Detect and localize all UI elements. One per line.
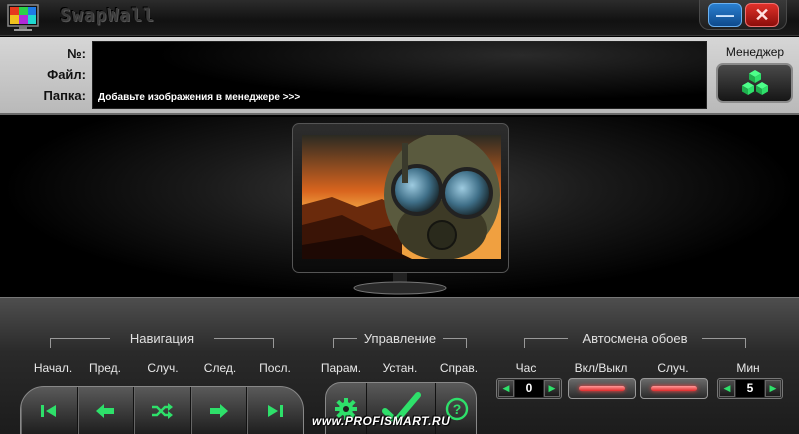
autochange-title: Автосмена обоев [582,331,688,346]
watermark: www.PROFISMART.RU [312,414,451,428]
info-display: Добавьте изображения в менеджере >>> [92,41,707,109]
next-button[interactable] [191,387,248,434]
hour-stepper[interactable]: ◀ 0 ▶ [496,378,562,399]
minutes-value[interactable]: 5 [736,380,764,397]
svg-text:?: ? [453,401,462,417]
monitor-preview [292,123,509,273]
nav-first-label: Начал. [33,361,73,375]
manager-button[interactable] [716,63,793,103]
auto-bracket-left [524,338,568,348]
app-title: SwapWall [60,5,155,26]
app-logo-icon [7,4,39,31]
control-title: Управление [363,331,437,346]
random-button[interactable] [134,387,191,434]
skip-first-icon [40,404,56,417]
window-controls: — ✕ [699,0,787,30]
toggle-indicator [579,386,625,391]
hour-value[interactable]: 0 [515,380,543,397]
folder-value: Добавьте изображения в менеджере >>> [98,92,301,103]
ctrl-bracket-left [333,338,357,348]
info-panel: №: Файл: Папка: Добавьте изображения в м… [0,37,799,115]
random-indicator [651,386,697,391]
arrow-right-icon [209,403,228,418]
random-mode-label: Случ. [657,361,689,375]
prev-button[interactable] [78,387,135,434]
minutes-label: Мин [736,361,760,375]
nav-bracket-right [214,338,274,348]
title-bar[interactable]: SwapWall — ✕ [0,0,799,36]
skip-last-icon [268,404,284,417]
first-button[interactable] [21,387,78,434]
folder-label: Папка: [43,88,87,103]
help-label: Справ. [439,361,479,375]
wallpaper-image [302,135,501,259]
navigation-bar [20,386,304,434]
number-label: №: [67,46,86,61]
random-mode-button[interactable] [640,378,708,399]
nav-random-label: Случ. [147,361,179,375]
minutes-stepper[interactable]: ◀ 5 ▶ [717,378,783,399]
last-button[interactable] [247,387,303,434]
nav-prev-label: Пред. [88,361,122,375]
ctrl-bracket-right [443,338,467,348]
settings-label: Парам. [320,361,362,375]
arrow-left-icon [96,403,115,418]
cubes-icon [741,70,768,95]
manager-label: Менеджер [725,45,785,59]
shuffle-icon [151,402,173,419]
nav-next-label: След. [203,361,237,375]
nav-last-label: Посл. [259,361,291,375]
close-button[interactable]: ✕ [745,3,779,27]
auto-bracket-right [702,338,746,348]
autochange-toggle-button[interactable] [568,378,636,399]
nav-bracket-left [50,338,110,348]
minimize-button[interactable]: — [708,3,742,27]
toggle-label: Вкл/Выкл [574,361,628,375]
navigation-title: Навигация [129,331,195,346]
preview-stage [0,117,799,297]
wallpaper-preview [302,135,501,259]
hour-label: Час [515,361,537,375]
minutes-decrement-button[interactable]: ◀ [719,380,735,397]
file-label: Файл: [47,67,86,82]
apply-label: Устан. [382,361,418,375]
hour-decrement-button[interactable]: ◀ [498,380,514,397]
monitor-stand [353,273,447,295]
minutes-increment-button[interactable]: ▶ [765,380,781,397]
hour-increment-button[interactable]: ▶ [544,380,560,397]
